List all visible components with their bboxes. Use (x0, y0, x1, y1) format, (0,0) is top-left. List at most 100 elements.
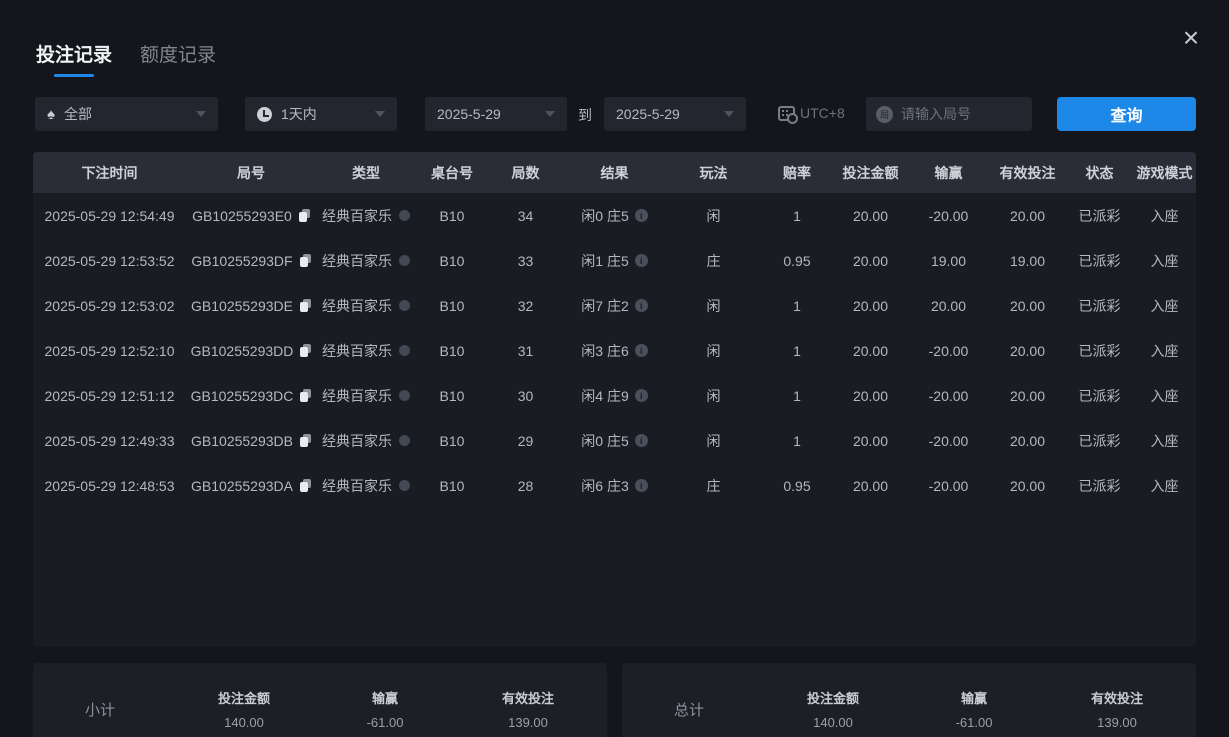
table-no-cell: B10 (416, 283, 488, 328)
timezone-label: UTC+8 (800, 105, 845, 121)
header-round: 局数 (488, 152, 563, 193)
top-tabs: 投注记录 额度记录 (36, 40, 216, 77)
game-type-value: 全部 (64, 104, 92, 124)
play-cell: 闲 (666, 283, 761, 328)
info-icon[interactable]: i (635, 299, 648, 312)
game-id-text: GB10255293E0 (192, 208, 292, 224)
play-cell: 闲 (666, 193, 761, 238)
copy-icon[interactable] (300, 434, 311, 447)
video-replay-icon (399, 345, 410, 356)
tab-quota-records-label: 额度记录 (140, 40, 216, 67)
game-type-text: 经典百家乐 (322, 341, 392, 361)
copy-icon[interactable] (300, 389, 311, 402)
result-cell: 闲0 庄5 i (563, 193, 666, 238)
game-mode-cell: 入座 (1133, 418, 1196, 463)
game-type-dropdown[interactable]: ♠ 全部 (35, 97, 218, 131)
video-replay-icon (399, 300, 410, 311)
close-icon[interactable]: × (1175, 22, 1207, 54)
header-bet-amount: 投注金额 (833, 152, 908, 193)
info-icon[interactable]: i (635, 344, 648, 357)
round-cell: 34 (488, 193, 563, 238)
subtotal-bet-value: 140.00 (167, 715, 321, 730)
copy-icon[interactable] (300, 479, 311, 492)
header-valid-bet: 有效投注 (989, 152, 1066, 193)
table-row: 2025-05-29 12:49:33 GB10255293DB 经典百家乐 B… (33, 418, 1196, 463)
copy-icon[interactable] (300, 344, 311, 357)
result-text: 闲4 庄9 (581, 386, 628, 406)
date-from-picker[interactable]: 2025-5-29 (425, 97, 567, 131)
game-type-text: 经典百家乐 (322, 386, 392, 406)
total-panel: 总计 投注金额 140.00 输赢 -61.00 有效投注 139.00 (622, 663, 1196, 737)
valid-bet-cell: 20.00 (989, 193, 1066, 238)
query-button[interactable]: 查询 (1057, 97, 1196, 131)
tab-quota-records[interactable]: 额度记录 (140, 40, 216, 77)
round-search-input[interactable] (901, 106, 1022, 122)
result-cell: 闲6 庄3 i (563, 463, 666, 508)
bet-time-cell: 2025-05-29 12:52:10 (33, 328, 186, 373)
play-cell: 庄 (666, 463, 761, 508)
bet-records-table: 下注时间 局号 类型 桌台号 局数 结果 玩法 赔率 投注金额 输赢 有效投注 … (33, 152, 1196, 647)
play-cell: 闲 (666, 328, 761, 373)
header-game-id: 局号 (186, 152, 316, 193)
header-game-mode: 游戏模式 (1133, 152, 1196, 193)
result-cell: 闲3 庄6 i (563, 328, 666, 373)
info-icon[interactable]: i (635, 209, 648, 222)
odds-cell: 0.95 (761, 463, 833, 508)
subtotal-label: 小计 (33, 699, 167, 720)
subtotal-panel: 小计 投注金额 140.00 输赢 -61.00 有效投注 139.00 (33, 663, 607, 737)
table-no-cell: B10 (416, 238, 488, 283)
tab-bet-records-label: 投注记录 (36, 40, 112, 67)
game-id-text: GB10255293DF (191, 253, 292, 269)
subtotal-win-value: -61.00 (321, 715, 449, 730)
table-no-cell: B10 (416, 418, 488, 463)
game-id-cell: GB10255293DB (186, 418, 316, 463)
chevron-down-icon (196, 111, 206, 117)
clock-icon (257, 107, 272, 122)
game-type-cell: 经典百家乐 (316, 373, 416, 418)
game-id-cell: GB10255293DA (186, 463, 316, 508)
status-cell: 已派彩 (1066, 418, 1133, 463)
game-id-text: GB10255293DD (191, 343, 294, 359)
bet-amount-cell: 20.00 (833, 283, 908, 328)
copy-icon[interactable] (299, 209, 310, 222)
header-play: 玩法 (666, 152, 761, 193)
total-bet-group: 投注金额 140.00 (756, 688, 910, 730)
bet-time-cell: 2025-05-29 12:53:52 (33, 238, 186, 283)
chevron-down-icon (545, 111, 555, 117)
video-replay-icon (399, 390, 410, 401)
game-mode-cell: 入座 (1133, 238, 1196, 283)
game-id-text: GB10255293DA (191, 478, 293, 494)
status-cell: 已派彩 (1066, 283, 1133, 328)
bet-time-cell: 2025-05-29 12:48:53 (33, 463, 186, 508)
info-icon[interactable]: i (635, 389, 648, 402)
table-row: 2025-05-29 12:51:12 GB10255293DC 经典百家乐 B… (33, 373, 1196, 418)
game-mode-cell: 入座 (1133, 463, 1196, 508)
total-win-group: 输赢 -61.00 (910, 688, 1038, 730)
info-icon[interactable]: i (635, 479, 648, 492)
game-type-cell: 经典百家乐 (316, 238, 416, 283)
video-replay-icon (399, 210, 410, 221)
calendar-clock-icon (778, 106, 795, 121)
spade-icon: ♠ (47, 106, 55, 123)
game-type-cell: 经典百家乐 (316, 418, 416, 463)
tab-bet-records[interactable]: 投注记录 (36, 40, 112, 77)
header-bet-time: 下注时间 (33, 152, 186, 193)
total-valid-group: 有效投注 139.00 (1038, 688, 1196, 730)
game-id-cell: GB10255293DD (186, 328, 316, 373)
copy-icon[interactable] (300, 299, 311, 312)
game-type-cell: 经典百家乐 (316, 463, 416, 508)
time-range-dropdown[interactable]: 1天内 (245, 97, 397, 131)
subtotal-valid-group: 有效投注 139.00 (449, 688, 607, 730)
date-to-picker[interactable]: 2025-5-29 (604, 97, 746, 131)
result-text: 闲3 庄6 (581, 341, 628, 361)
odds-cell: 1 (761, 373, 833, 418)
status-cell: 已派彩 (1066, 328, 1133, 373)
round-cell: 32 (488, 283, 563, 328)
game-id-text: GB10255293DC (191, 388, 294, 404)
table-no-cell: B10 (416, 328, 488, 373)
copy-icon[interactable] (300, 254, 311, 267)
valid-bet-cell: 20.00 (989, 283, 1066, 328)
info-icon[interactable]: i (635, 254, 648, 267)
round-search-box[interactable]: 局 (866, 97, 1032, 131)
info-icon[interactable]: i (635, 434, 648, 447)
